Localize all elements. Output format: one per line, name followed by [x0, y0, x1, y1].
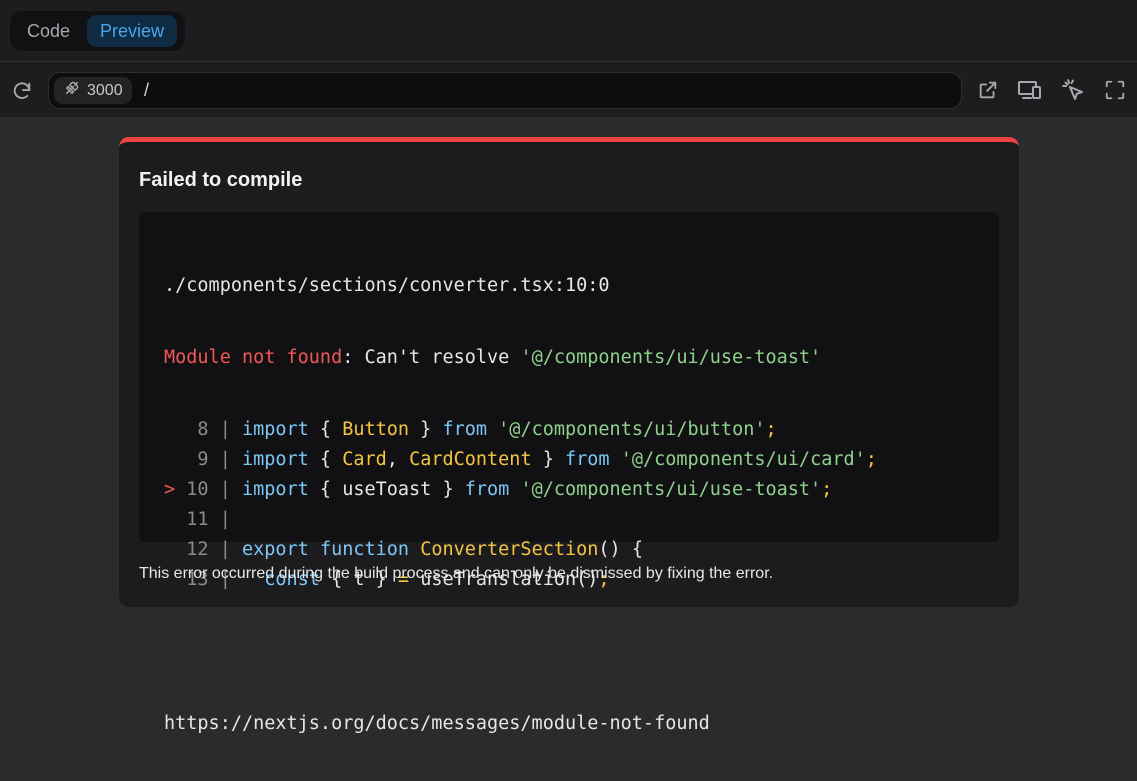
error-message-text: : Can't resolve: [342, 347, 521, 368]
code-token: export: [241, 539, 309, 560]
code-token: }: [409, 419, 443, 440]
line-marker: [164, 539, 175, 560]
code-token: {: [308, 419, 343, 440]
line-marker: [164, 449, 175, 470]
docs-link[interactable]: https://nextjs.org/docs/messages/module-…: [164, 709, 974, 739]
code-line: 9 | import { Card, CardContent } from '@…: [164, 445, 974, 475]
fullscreen-icon[interactable]: [1103, 78, 1127, 102]
code-line: 8 | import { Button } from '@/components…: [164, 415, 974, 445]
code-token: from: [464, 479, 510, 500]
error-footer-note: This error occurred during the build pro…: [139, 565, 774, 582]
line-marker: >: [164, 479, 176, 500]
line-marker: [164, 509, 175, 530]
code-token: () {: [598, 539, 643, 560]
code-token: '@/components/ui/card': [620, 449, 866, 470]
code-token: function: [319, 539, 410, 560]
refresh-icon[interactable]: [10, 79, 34, 103]
url-path[interactable]: /: [144, 80, 149, 101]
top-bar: Code Preview: [0, 0, 1137, 62]
code-token: '@/components/ui/use-toast': [520, 479, 822, 500]
code-token: ;: [865, 449, 877, 470]
code-token: { useToast }: [308, 479, 465, 500]
code-token: import: [241, 479, 309, 500]
error-message-module: '@/components/ui/use-toast': [520, 347, 822, 368]
pointer-select-icon[interactable]: [1060, 77, 1086, 103]
error-overlay: Failed to compile ./components/sections/…: [119, 137, 1019, 734]
preview-toolbar: 3000 /: [0, 62, 1137, 118]
code-token: ,: [386, 449, 410, 470]
code-token: Button: [342, 419, 410, 440]
tab-preview[interactable]: Preview: [87, 15, 178, 47]
address-bar[interactable]: 3000 /: [48, 72, 962, 109]
code-token: ;: [821, 479, 833, 500]
view-toggle: Code Preview: [10, 11, 185, 51]
error-message-label: Module not found: [164, 347, 343, 368]
code-token: ConverterSection: [420, 539, 599, 560]
line-marker: [164, 419, 175, 440]
code-token: import: [241, 419, 309, 440]
code-token: Card: [342, 449, 387, 470]
port-number: 3000: [87, 81, 123, 99]
code-line: 11 |: [164, 505, 974, 535]
code-line: 12 | export function ConverterSection() …: [164, 535, 974, 565]
code-token: import: [241, 449, 309, 470]
port-badge[interactable]: 3000: [54, 77, 132, 104]
responsive-devices-icon[interactable]: [1017, 78, 1043, 102]
line-number: 12 |: [175, 539, 242, 560]
code-token: CardContent: [409, 449, 532, 470]
line-number: 11 |: [175, 509, 242, 530]
code-token: from: [565, 449, 610, 470]
code-token: {: [308, 449, 343, 470]
code-token: from: [442, 419, 488, 440]
code-line: > 10 | import { useToast } from '@/compo…: [164, 475, 974, 505]
line-number: 8 |: [175, 419, 242, 440]
error-code-frame: ./components/sections/converter.tsx:10:0…: [139, 212, 999, 734]
external-link-icon[interactable]: [976, 78, 1000, 102]
error-title: Failed to compile: [139, 169, 303, 191]
line-number: 10 |: [175, 479, 242, 500]
plug-icon: [63, 79, 81, 102]
code-token: '@/components/ui/button': [498, 419, 766, 440]
code-token: ;: [765, 419, 777, 440]
code-token: }: [531, 449, 566, 470]
line-number: 9 |: [175, 449, 242, 470]
error-message: Module not found: Can't resolve '@/compo…: [164, 343, 974, 373]
error-file-path: ./components/sections/converter.tsx:10:0: [164, 275, 610, 296]
tab-code[interactable]: Code: [14, 15, 83, 47]
